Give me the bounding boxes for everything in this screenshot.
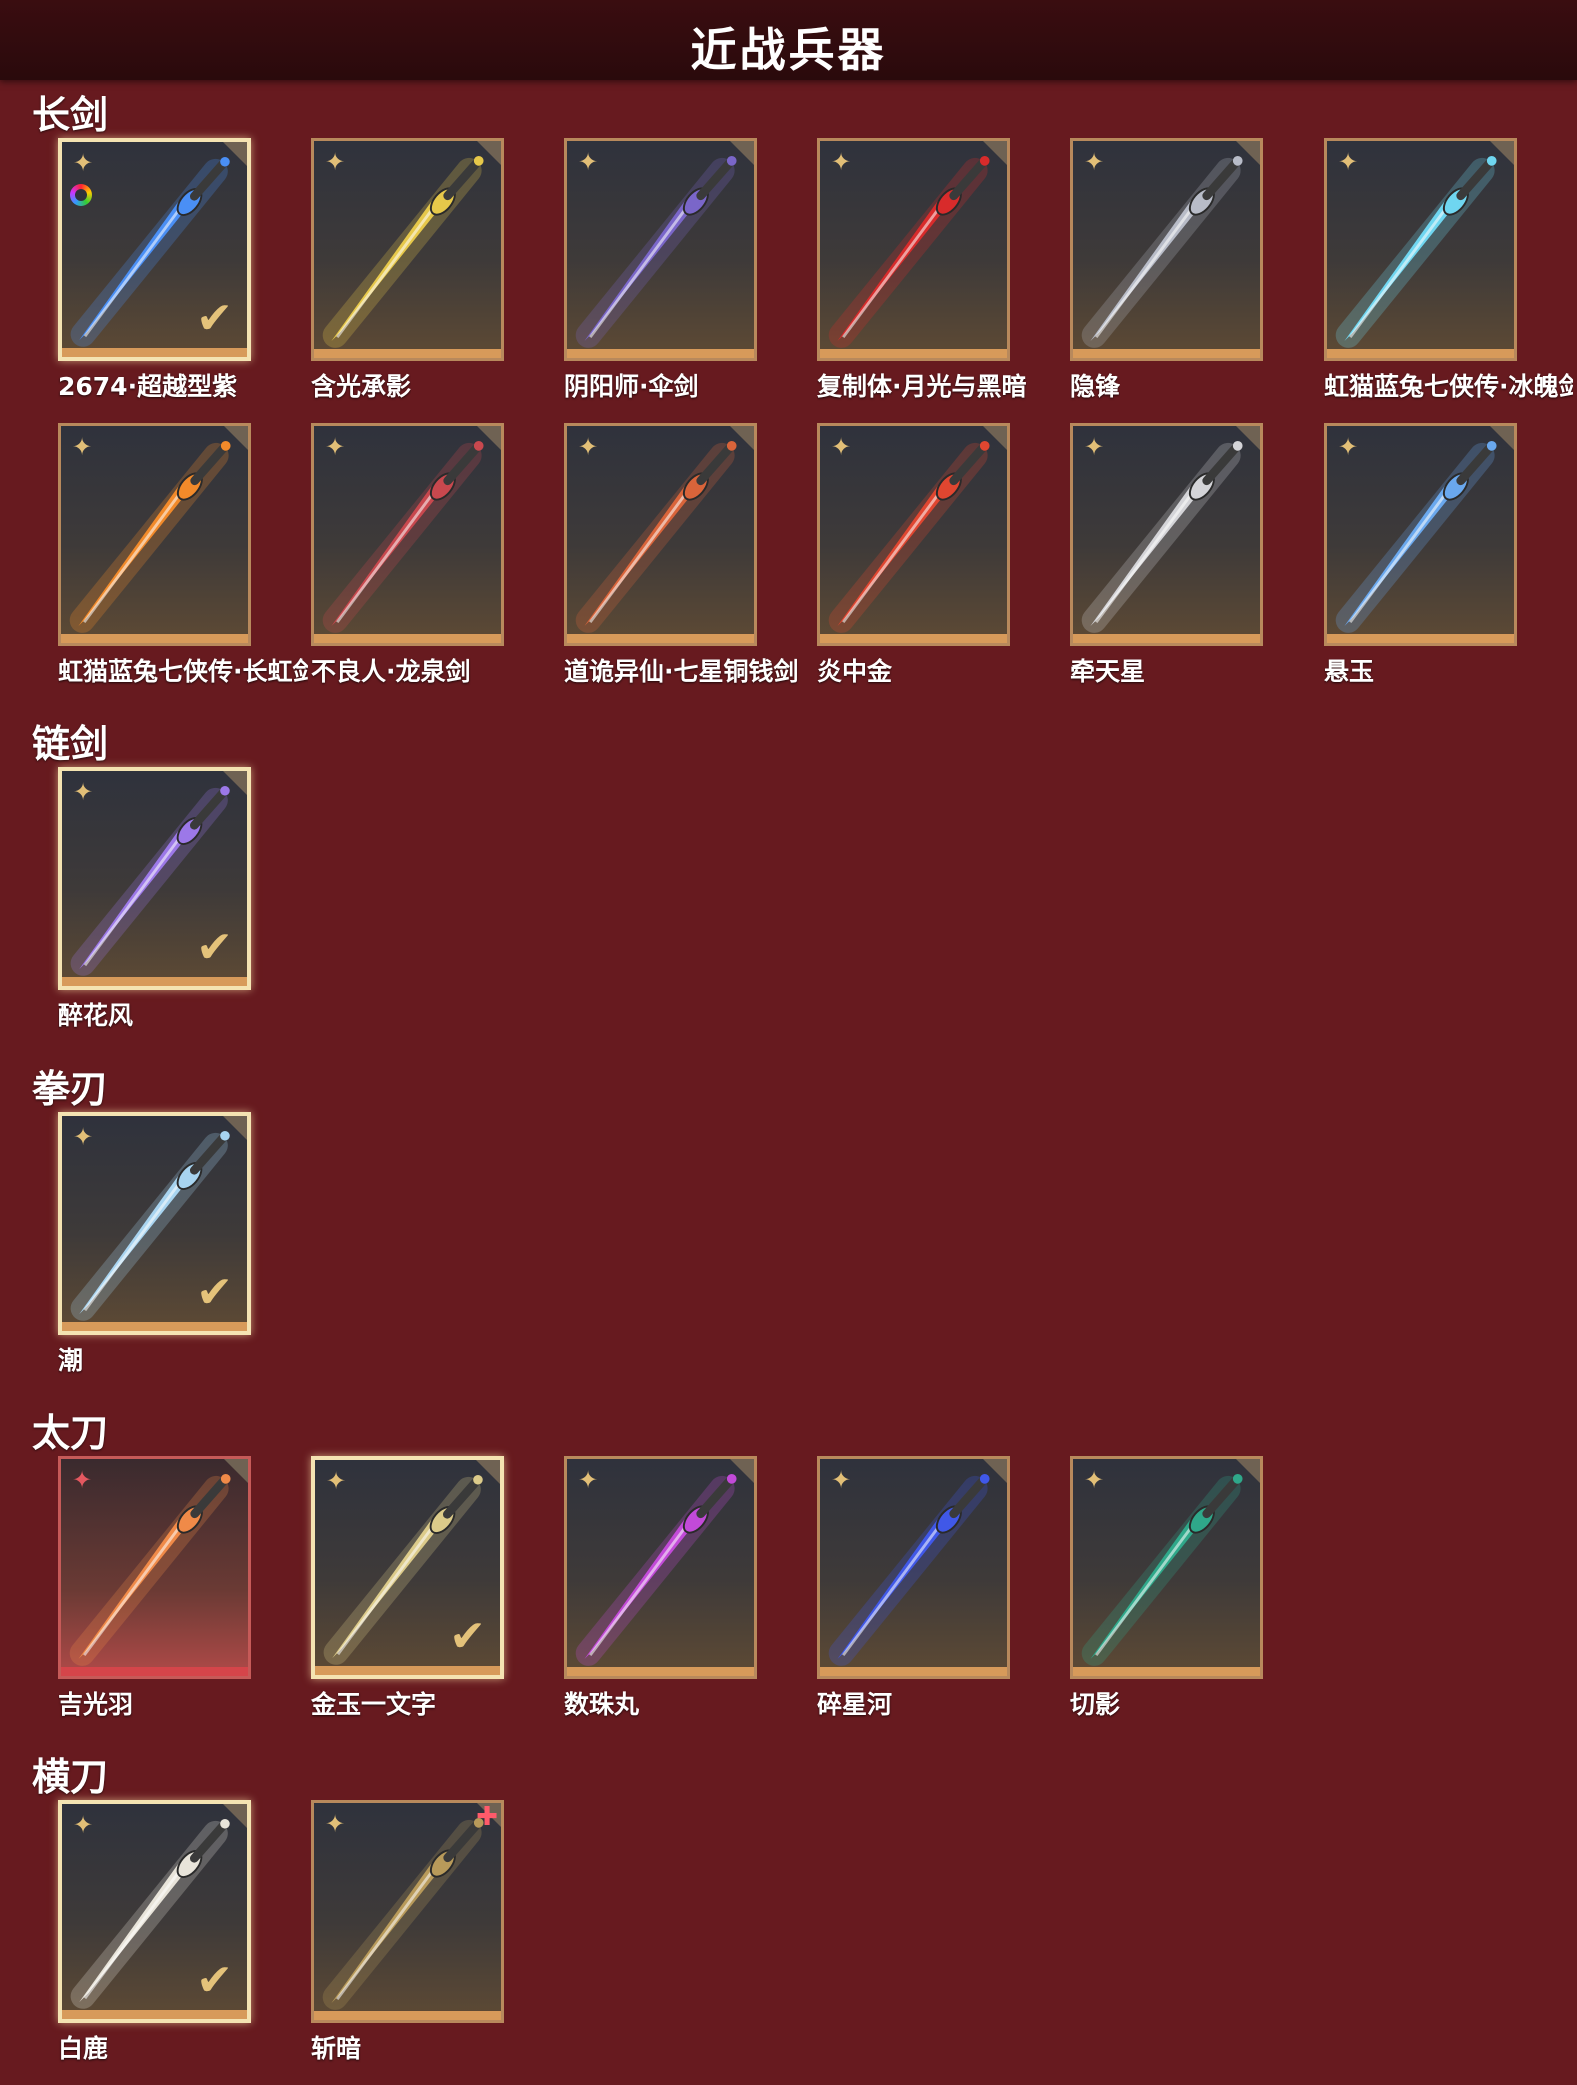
star-flower-icon: ✦ — [577, 148, 599, 176]
weapon-card[interactable]: ✦ — [817, 1456, 1010, 1679]
weapon-name: 2674·超越型紫 — [58, 372, 238, 401]
rarity-bar — [567, 349, 754, 358]
star-flower-icon: ✦ — [1083, 148, 1105, 176]
weapon-card[interactable]: ✦ — [1070, 138, 1263, 361]
weapon-name: 吉光羽 — [58, 1690, 134, 1719]
rarity-bar — [314, 634, 501, 643]
rarity-bar — [62, 1322, 247, 1331]
weapon-card[interactable]: ✦ — [564, 423, 757, 646]
weapon-name: 不良人·龙泉剑 — [311, 657, 471, 686]
section-title: 链剑 — [32, 722, 109, 766]
weapon-name: 阴阳师·伞剑 — [564, 372, 699, 401]
rarity-bar — [1073, 1667, 1260, 1676]
red-flower-icon: ✚ — [476, 1802, 498, 1832]
rarity-bar — [61, 634, 248, 643]
star-flower-icon: ✦ — [577, 1466, 599, 1494]
check-icon: ✔ — [196, 1267, 233, 1318]
star-flower-icon: ✦ — [324, 433, 346, 461]
weapon-name: 潮 — [58, 1346, 84, 1375]
weapon-name: 悬玉 — [1324, 657, 1375, 686]
weapon-card[interactable]: ✦ — [564, 138, 757, 361]
weapon-name: 数珠丸 — [564, 1690, 640, 1719]
weapon-name: 牵天星 — [1070, 657, 1146, 686]
star-flower-icon: ✦ — [71, 433, 93, 461]
weapon-name: 醉花风 — [58, 1001, 134, 1030]
star-flower-icon: ✦ — [1337, 148, 1359, 176]
weapon-name: 斩暗 — [311, 2034, 362, 2063]
rarity-bar — [314, 349, 501, 358]
weapon-card[interactable]: ✦ ✚ — [311, 1800, 504, 2023]
star-flower-icon: ✦ — [72, 149, 94, 177]
weapon-name: 白鹿 — [58, 2034, 109, 2063]
star-flower-icon: ✦ — [72, 1811, 94, 1839]
section-title: 太刀 — [32, 1411, 109, 1455]
weapon-card[interactable]: ✦ ✔ — [58, 1112, 251, 1335]
weapon-name: 隐锋 — [1070, 372, 1121, 401]
star-flower-icon: ✦ — [72, 1123, 94, 1151]
rarity-bar — [567, 1667, 754, 1676]
check-icon: ✔ — [196, 922, 233, 973]
section-title: 拳刃 — [32, 1067, 109, 1111]
star-flower-icon: ✦ — [72, 778, 94, 806]
weapon-card[interactable]: ✦ — [1070, 1456, 1263, 1679]
weapon-card[interactable]: ✦ ✔ — [58, 767, 251, 990]
star-flower-icon: ✦ — [1083, 433, 1105, 461]
star-flower-icon: ✦ — [324, 148, 346, 176]
weapon-card[interactable]: ✦ — [1070, 423, 1263, 646]
weapon-card[interactable]: ✦ ✔ — [58, 138, 251, 361]
weapon-card[interactable]: ✦ — [58, 1456, 251, 1679]
weapon-card[interactable]: ✦ — [1324, 423, 1517, 646]
rarity-bar — [1327, 349, 1514, 358]
rarity-bar — [1327, 634, 1514, 643]
weapon-card[interactable]: ✦ — [817, 423, 1010, 646]
star-flower-icon: ✦ — [830, 148, 852, 176]
weapon-card[interactable]: ✦ ✔ — [58, 1800, 251, 2023]
rarity-bar — [314, 2011, 501, 2020]
rarity-bar — [62, 348, 247, 357]
star-flower-icon: ✦ — [830, 433, 852, 461]
rarity-bar — [61, 1667, 248, 1676]
star-flower-icon: ✦ — [71, 1466, 93, 1494]
weapon-name: 碎星河 — [817, 1690, 893, 1719]
check-icon: ✔ — [196, 1955, 233, 2006]
star-flower-icon: ✦ — [830, 1466, 852, 1494]
rarity-bar — [62, 2010, 247, 2019]
rarity-bar — [1073, 349, 1260, 358]
weapon-card[interactable]: ✦ ✔ — [311, 1456, 504, 1679]
rarity-bar — [315, 1666, 500, 1675]
star-flower-icon: ✦ — [324, 1810, 346, 1838]
section-title: 长剑 — [32, 93, 109, 137]
star-flower-icon: ✦ — [577, 433, 599, 461]
check-icon: ✔ — [449, 1611, 486, 1662]
rarity-bar — [567, 634, 754, 643]
weapon-name: 含光承影 — [311, 372, 412, 401]
rarity-bar — [820, 634, 1007, 643]
page-header: 近战兵器 — [0, 0, 1577, 80]
page-title: 近战兵器 — [690, 23, 887, 77]
rarity-bar — [1073, 634, 1260, 643]
weapon-name: 道诡异仙·七星铜钱剑 — [564, 657, 799, 686]
weapon-card[interactable]: ✦ — [817, 138, 1010, 361]
weapon-card[interactable]: ✦ — [58, 423, 251, 646]
section-title: 横刀 — [32, 1755, 109, 1799]
weapon-name: 切影 — [1070, 1690, 1121, 1719]
color-ring-icon — [70, 184, 92, 206]
star-flower-icon: ✦ — [325, 1467, 347, 1495]
star-flower-icon: ✦ — [1083, 1466, 1105, 1494]
weapon-card[interactable]: ✦ — [311, 138, 504, 361]
weapon-name: 炎中金 — [817, 657, 893, 686]
weapon-card[interactable]: ✦ — [564, 1456, 757, 1679]
check-icon: ✔ — [196, 293, 233, 344]
weapon-card[interactable]: ✦ — [1324, 138, 1517, 361]
rarity-bar — [820, 349, 1007, 358]
weapon-name: 复制体·月光与黑暗 — [817, 372, 1027, 401]
weapon-card[interactable]: ✦ — [311, 423, 504, 646]
rarity-bar — [820, 1667, 1007, 1676]
weapon-name: 金玉一文字 — [311, 1690, 437, 1719]
star-flower-icon: ✦ — [1337, 433, 1359, 461]
rarity-bar — [62, 977, 247, 986]
weapon-name: 虹猫蓝兔七侠传·冰魄剑 — [1324, 372, 1573, 401]
weapon-name: 虹猫蓝兔七侠传·长虹剑 — [58, 657, 308, 686]
